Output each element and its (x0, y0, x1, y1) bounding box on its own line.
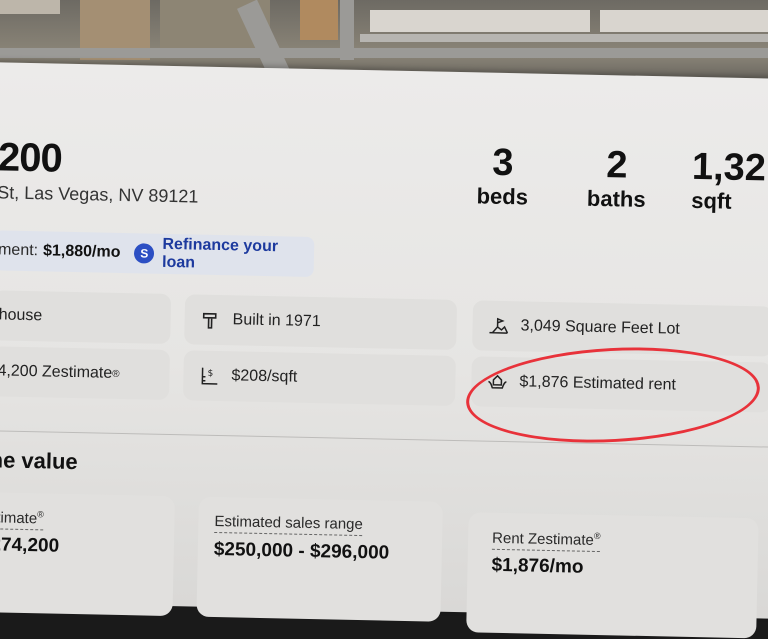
lot-icon (486, 314, 510, 338)
map-houses (0, 0, 60, 14)
year-built-text: Built in 1971 (232, 311, 321, 331)
refinance-link[interactable]: Refinance your loan (162, 236, 314, 275)
fact-zestimate: 4,200 Zestimate ® (0, 346, 171, 400)
sales-range-label[interactable]: Estimated sales range (214, 512, 363, 537)
hammer-icon (198, 308, 222, 332)
svg-text:$: $ (207, 369, 213, 379)
price-per-sqft-text: $208/sqft (231, 367, 298, 386)
map-houses (600, 10, 768, 32)
lot-size-text: 3,049 Square Feet Lot (520, 317, 680, 338)
sales-range-value: $250,000 - $296,000 (213, 538, 390, 564)
sales-range-card: Estimated sales range $250,000 - $296,00… (196, 496, 443, 622)
map-lot (300, 0, 338, 40)
dollar-badge-icon: S (134, 243, 155, 264)
zestimate-card-label[interactable]: estimate® (0, 508, 44, 531)
payment-prefix: ment: (0, 241, 39, 260)
sqft-label: sqft (690, 187, 732, 214)
beds-label: beds (476, 183, 529, 210)
listing-price: 200 (0, 135, 63, 181)
listing-address: St, Las Vegas, NV 89121 (0, 182, 199, 207)
map-road (0, 48, 768, 58)
registered-mark: ® (112, 368, 120, 380)
home-value-heading: ne value (0, 447, 78, 475)
fact-home-type: house (0, 290, 172, 345)
baths-label: baths (586, 185, 646, 212)
zestimate-card: estimate® $274,200 (0, 491, 175, 617)
sqft-count: 1,32 (691, 145, 767, 190)
fact-year-built: Built in 1971 (184, 294, 458, 350)
payment-bar: ment: $1,880/mo S Refinance your loan (0, 230, 315, 277)
listing-panel: 200 St, Las Vegas, NV 89121 3 beds 2 bat… (0, 62, 768, 639)
rent-zestimate-card: Rent Zestimate® $1,876/mo (466, 512, 759, 639)
fact-price-per-sqft: $ $208/sqft (182, 350, 456, 406)
rent-zestimate-label[interactable]: Rent Zestimate® (491, 528, 601, 553)
rent-zestimate-value: $1,876/mo (491, 554, 584, 578)
map-houses (370, 10, 590, 32)
home-type-text: house (0, 306, 43, 325)
map-road (340, 0, 354, 60)
map-road (360, 34, 768, 42)
baths-stat: 2 baths (571, 144, 662, 214)
ruler-dollar-icon: $ (197, 364, 221, 388)
zestimate-card-value: $274,200 (0, 534, 60, 557)
baths-count: 2 (605, 144, 628, 187)
payment-value: $1,880/mo (42, 242, 121, 261)
beds-count: 3 (491, 141, 515, 185)
sqft-stat: 1,32 sqft (690, 145, 768, 217)
zestimate-text: 4,200 Zestimate (0, 362, 113, 382)
beds-stat: 3 beds (467, 142, 538, 211)
